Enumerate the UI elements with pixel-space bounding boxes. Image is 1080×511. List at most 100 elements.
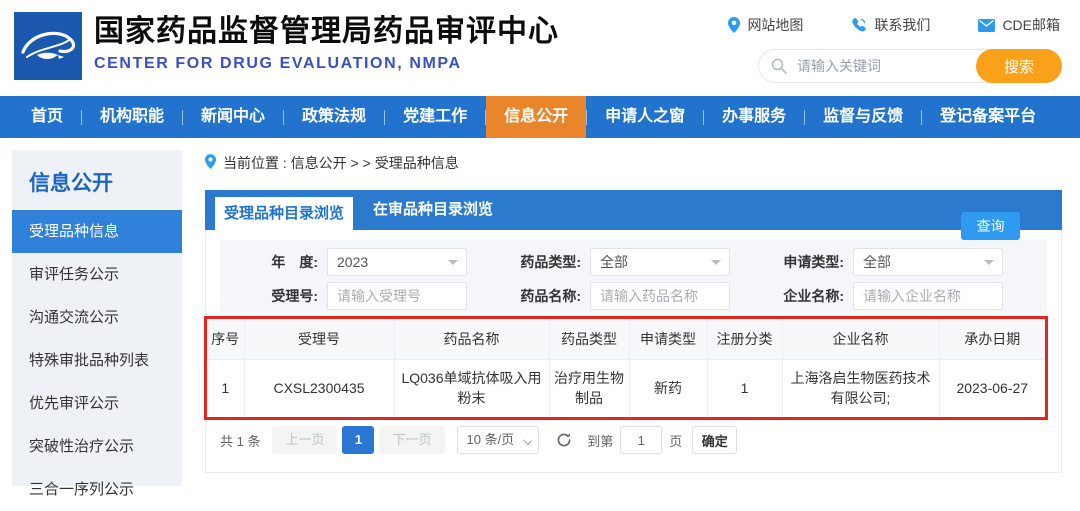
cell-apply-type: 新药 <box>629 359 708 417</box>
prev-page-button[interactable]: 上一页 <box>272 426 338 454</box>
sidebar: 信息公开 受理品种信息 审评任务公示 沟通交流公示 特殊审批品种列表 优先审评公… <box>12 150 182 498</box>
nav-item-party[interactable]: 党建工作 <box>385 96 485 138</box>
nav-item-functions[interactable]: 机构职能 <box>82 96 182 138</box>
col-header-acceptance-no: 受理号 <box>244 319 395 360</box>
company-name-input[interactable] <box>853 282 1003 310</box>
location-pin-icon <box>205 154 216 172</box>
search-icon <box>771 58 787 79</box>
sidebar-item-accepted-varieties[interactable]: 受理品种信息 <box>12 210 182 253</box>
sidebar-item-communication[interactable]: 沟通交流公示 <box>12 296 182 339</box>
cell-acceptance-no: CXSL2300435 <box>244 359 395 417</box>
sitemap-label: 网站地图 <box>747 17 804 33</box>
highlighted-results-table: 序号 受理号 药品名称 药品类型 申请类型 注册分类 企业名称 承办日期 1 C… <box>204 316 1048 420</box>
sidebar-item-breakthrough[interactable]: 突破性治疗公示 <box>12 425 182 468</box>
site-title: 国家药品监督管理局药品审评中心 <box>94 15 559 48</box>
confirm-button[interactable]: 确定 <box>692 426 738 454</box>
nav-item-info-disclosure[interactable]: 信息公开 <box>486 96 587 138</box>
sidebar-title: 信息公开 <box>29 172 113 195</box>
cell-company: 上海洛启生物医药技术有限公司; <box>782 359 940 417</box>
col-header-reg-class: 注册分类 <box>707 319 783 360</box>
drug-type-label: 药品类型: <box>520 254 581 270</box>
goto-page-unit: 页 <box>669 433 683 449</box>
apply-type-select[interactable]: 全部 <box>853 248 1003 276</box>
col-header-drug-type: 药品类型 <box>549 319 630 360</box>
company-name-label: 企业名称: <box>783 288 844 304</box>
page-number-1[interactable]: 1 <box>342 426 375 454</box>
table-row: 1 CXSL2300435 LQ036单域抗体吸入用粉末 治疗用生物制品 新药 … <box>207 359 1045 417</box>
col-header-date: 承办日期 <box>939 319 1045 360</box>
site-search: 搜索 <box>758 49 1062 83</box>
drug-name-input[interactable] <box>590 282 730 310</box>
chevron-down-icon <box>523 436 533 445</box>
sidebar-item-special-approval[interactable]: 特殊审批品种列表 <box>12 339 182 382</box>
mail-label: CDE邮箱 <box>1002 17 1060 33</box>
page-size-value: 10 条/页 <box>466 432 515 447</box>
nav-item-news[interactable]: 新闻中心 <box>183 96 283 138</box>
drug-type-select[interactable]: 全部 <box>590 248 730 276</box>
nav-item-registration[interactable]: 登记备案平台 <box>922 96 1054 138</box>
acceptance-no-input[interactable] <box>327 282 467 310</box>
table-header-row: 序号 受理号 药品名称 药品类型 申请类型 注册分类 企业名称 承办日期 <box>207 319 1045 360</box>
next-page-button[interactable]: 下一页 <box>379 426 445 454</box>
apply-type-value: 全部 <box>863 254 891 270</box>
header-links: 网站地图 联系我们 CDE邮箱 <box>728 15 1060 35</box>
page-size-select[interactable]: 10 条/页 <box>456 426 540 454</box>
header: 国家药品监督管理局药品审评中心 CENTER FOR DRUG EVALUATI… <box>0 0 1080 96</box>
chevron-down-icon <box>448 260 458 265</box>
phone-icon <box>851 17 867 33</box>
site-subtitle: CENTER FOR DRUG EVALUATION, NMPA <box>94 55 462 72</box>
goto-page-label: 到第 <box>587 433 614 449</box>
sidebar-item-three-in-one[interactable]: 三合一序列公示 <box>12 468 182 511</box>
apply-type-label: 申请类型: <box>783 254 844 270</box>
sidebar-item-review-tasks[interactable]: 审评任务公示 <box>12 253 182 296</box>
nav-item-home[interactable]: 首页 <box>13 96 81 138</box>
results-table: 序号 受理号 药品名称 药品类型 申请类型 注册分类 企业名称 承办日期 1 C… <box>207 319 1045 417</box>
refresh-icon[interactable] <box>556 432 572 448</box>
filter-row-2: 受理号: 药品名称: 企业名称: <box>220 282 1047 310</box>
nav-item-services[interactable]: 办事服务 <box>704 96 804 138</box>
location-pin-icon <box>728 17 741 33</box>
mail-link[interactable]: CDE邮箱 <box>978 15 1060 35</box>
sidebar-item-priority-review[interactable]: 优先审评公示 <box>12 382 182 425</box>
tab-under-review-catalog[interactable]: 在审品种目录浏览 <box>353 190 513 230</box>
mail-icon <box>978 18 996 32</box>
swan-logo-icon <box>14 31 82 84</box>
cde-logo[interactable] <box>14 12 82 80</box>
main-nav: 首页 机构职能 新闻中心 政策法规 党建工作 信息公开 申请人之窗 办事服务 监… <box>0 96 1080 138</box>
query-button[interactable]: 查询 <box>961 212 1020 240</box>
cell-date: 2023-06-27 <box>956 380 1029 397</box>
cell-seq: 1 <box>207 359 245 417</box>
breadcrumb-text: 当前位置 : 信息公开 > > 受理品种信息 <box>223 155 459 171</box>
breadcrumb: 当前位置 : 信息公开 > > 受理品种信息 <box>205 152 1062 174</box>
filter-row-1: 年 度: 2023 药品类型: 全部 申请类型: 全部 <box>220 248 1047 276</box>
pagination: 共 1 条 上一页 1 下一页 10 条/页 到第 页 确定 <box>220 426 738 454</box>
content-panel: 受理品种目录浏览 在审品种目录浏览 年 度: 2023 药品类型: 全部 申请类… <box>204 190 1062 473</box>
tab-accepted-catalog[interactable]: 受理品种目录浏览 <box>215 197 353 230</box>
year-label: 年 度: <box>271 254 318 270</box>
total-count: 共 1 条 <box>220 433 261 449</box>
col-header-apply-type: 申请类型 <box>629 319 708 360</box>
drug-type-value: 全部 <box>600 254 628 270</box>
nav-item-applicant[interactable]: 申请人之窗 <box>587 96 703 138</box>
page: 国家药品监督管理局药品审评中心 CENTER FOR DRUG EVALUATI… <box>0 0 1080 498</box>
cell-drug-name: LQ036单域抗体吸入用粉末 <box>394 359 550 417</box>
nav-item-policy[interactable]: 政策法规 <box>284 96 384 138</box>
col-header-company: 企业名称 <box>782 319 940 360</box>
sitemap-link[interactable]: 网站地图 <box>728 15 803 35</box>
main-content: 当前位置 : 信息公开 > > 受理品种信息 受理品种目录浏览 在审品种目录浏览… <box>204 152 1062 473</box>
contact-link[interactable]: 联系我们 <box>851 15 930 35</box>
search-button[interactable]: 搜索 <box>976 49 1062 83</box>
cell-drug-type: 治疗用生物制品 <box>549 359 630 417</box>
acceptance-no-label: 受理号: <box>271 288 318 304</box>
filter-panel: 年 度: 2023 药品类型: 全部 申请类型: 全部 受理号: 请输入受理号 … <box>220 240 1047 312</box>
chevron-down-icon <box>984 260 994 265</box>
drug-name-label: 药品名称: <box>520 288 581 304</box>
col-header-drug-name: 药品名称 <box>394 319 550 360</box>
year-select[interactable]: 2023 <box>327 248 467 276</box>
contact-label: 联系我们 <box>874 17 931 33</box>
goto-page-input[interactable] <box>620 426 663 454</box>
nav-item-supervision[interactable]: 监督与反馈 <box>805 96 921 138</box>
cell-reg-class: 1 <box>707 359 783 417</box>
site-titles: 国家药品监督管理局药品审评中心 CENTER FOR DRUG EVALUATI… <box>94 13 559 73</box>
col-header-seq: 序号 <box>207 319 245 360</box>
